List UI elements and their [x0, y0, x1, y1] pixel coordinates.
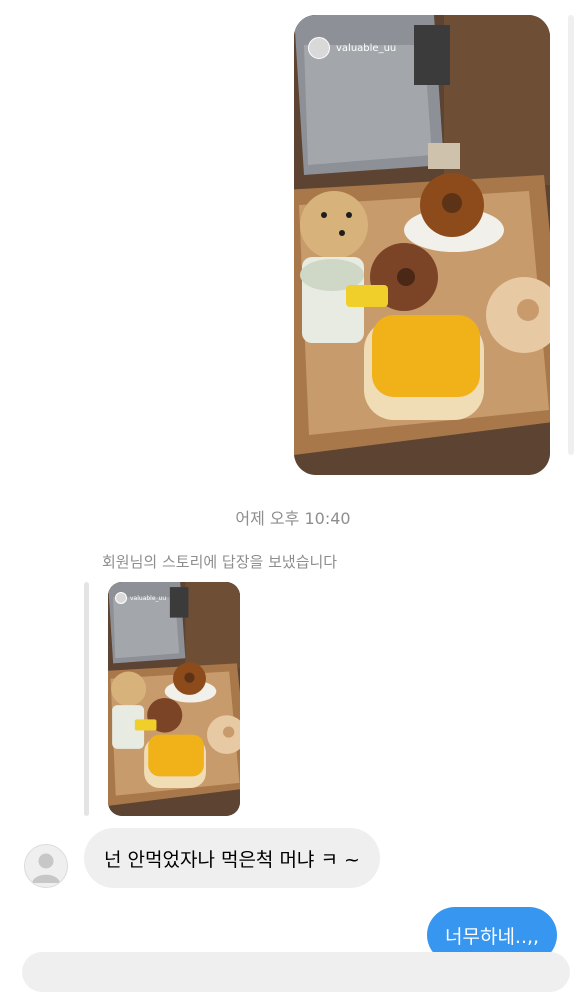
default-profile-icon — [32, 853, 60, 883]
message-composer[interactable] — [22, 952, 570, 992]
story-thumbnail-avatar — [115, 592, 127, 604]
scrollbar[interactable] — [568, 15, 574, 455]
story-thumbnail-header: valuable_uu — [115, 592, 166, 604]
shared-story-preview[interactable]: valuable_uu — [294, 15, 550, 475]
story-reply-note: 회원님의 스토리에 답장을 보냈습니다 — [102, 553, 338, 571]
story-header: valuable_uu — [308, 37, 396, 59]
replied-story-thumbnail[interactable]: valuable_uu — [108, 582, 240, 816]
story-author-avatar — [308, 37, 330, 59]
story-username: valuable_uu — [336, 42, 397, 54]
story-photo — [294, 15, 550, 475]
sender-avatar[interactable] — [24, 844, 68, 888]
story-thumbnail-photo — [108, 582, 240, 816]
story-thumbnail-username: valuable_uu — [130, 594, 167, 602]
incoming-message-bubble[interactable]: 넌 안먹었자나 먹은척 머냐 ㅋ ~ — [84, 828, 380, 888]
quote-bar — [84, 582, 89, 816]
message-timestamp: 어제 오후 10:40 — [235, 509, 351, 528]
